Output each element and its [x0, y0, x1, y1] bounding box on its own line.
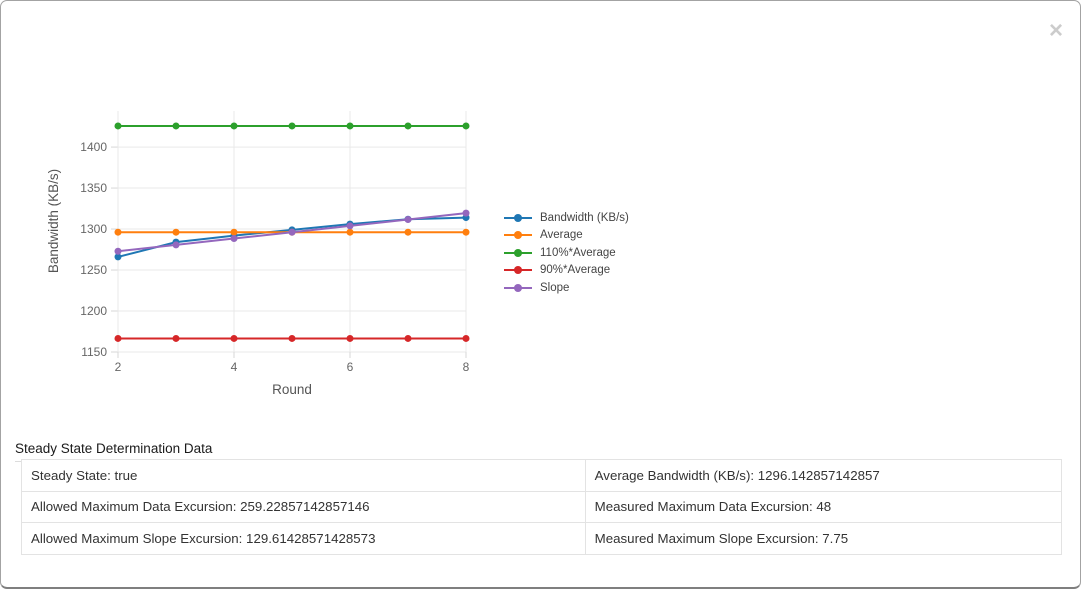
table-row: Steady State: true Average Bandwidth (KB…: [22, 460, 1062, 492]
legend-item-average[interactable]: Average: [504, 227, 629, 245]
svg-text:4: 4: [231, 360, 238, 374]
measured-slope-excursion-cell: Measured Maximum Slope Excursion: 7.75: [585, 523, 1061, 555]
allowed-data-excursion-cell: Allowed Maximum Data Excursion: 259.2285…: [22, 491, 586, 523]
svg-text:Round: Round: [272, 382, 312, 397]
legend-label: Slope: [540, 282, 569, 294]
legend-item-110-average[interactable]: 110%*Average: [504, 244, 629, 262]
steady-state-table: Steady State: true Average Bandwidth (KB…: [21, 459, 1062, 555]
bandwidth-chart: 1150 1200 1250 1300 1350 1400 2 4 6 8 Round Bandwid…: [1, 96, 701, 431]
legend-line-marker: [504, 269, 532, 271]
average-bandwidth-cell: Average Bandwidth (KB/s): 1296.142857142…: [585, 460, 1061, 492]
steady-state-cell: Steady State: true: [22, 460, 586, 492]
allowed-slope-excursion-cell: Allowed Maximum Slope Excursion: 129.614…: [22, 523, 586, 555]
svg-text:1150: 1150: [81, 345, 107, 359]
svg-text:2: 2: [115, 360, 122, 374]
table-row: Allowed Maximum Slope Excursion: 129.614…: [22, 523, 1062, 555]
legend-label: Bandwidth (KB/s): [540, 212, 629, 224]
chart-legend: Bandwidth (KB/s) Average 110%*Average 90…: [504, 209, 629, 297]
svg-text:6: 6: [347, 360, 354, 374]
measured-data-excursion-cell: Measured Maximum Data Excursion: 48: [585, 491, 1061, 523]
legend-line-marker: [504, 252, 532, 254]
legend-item-slope[interactable]: Slope: [504, 279, 629, 297]
svg-text:1300: 1300: [80, 222, 107, 236]
legend-label: Average: [540, 229, 583, 241]
legend-item-bandwidth[interactable]: Bandwidth (KB/s): [504, 209, 629, 227]
table-row: Allowed Maximum Data Excursion: 259.2285…: [22, 491, 1062, 523]
legend-line-marker: [504, 234, 532, 236]
svg-text:8: 8: [463, 360, 470, 374]
svg-text:1400: 1400: [80, 140, 107, 154]
svg-text:1350: 1350: [80, 181, 107, 195]
svg-text:1200: 1200: [80, 304, 107, 318]
steady-state-dialog: × 1150 1200 1250 1300 1350 1400 2 4 6 8 Round Bandw…: [0, 0, 1081, 589]
legend-line-marker: [504, 287, 532, 289]
legend-label: 90%*Average: [540, 264, 610, 276]
legend-label: 110%*Average: [540, 247, 616, 259]
legend-line-marker: [504, 217, 532, 219]
close-icon[interactable]: ×: [1049, 19, 1063, 43]
legend-item-90-average[interactable]: 90%*Average: [504, 262, 629, 280]
svg-text:1250: 1250: [80, 263, 107, 277]
svg-text:Bandwidth (KB/s): Bandwidth (KB/s): [46, 169, 61, 273]
